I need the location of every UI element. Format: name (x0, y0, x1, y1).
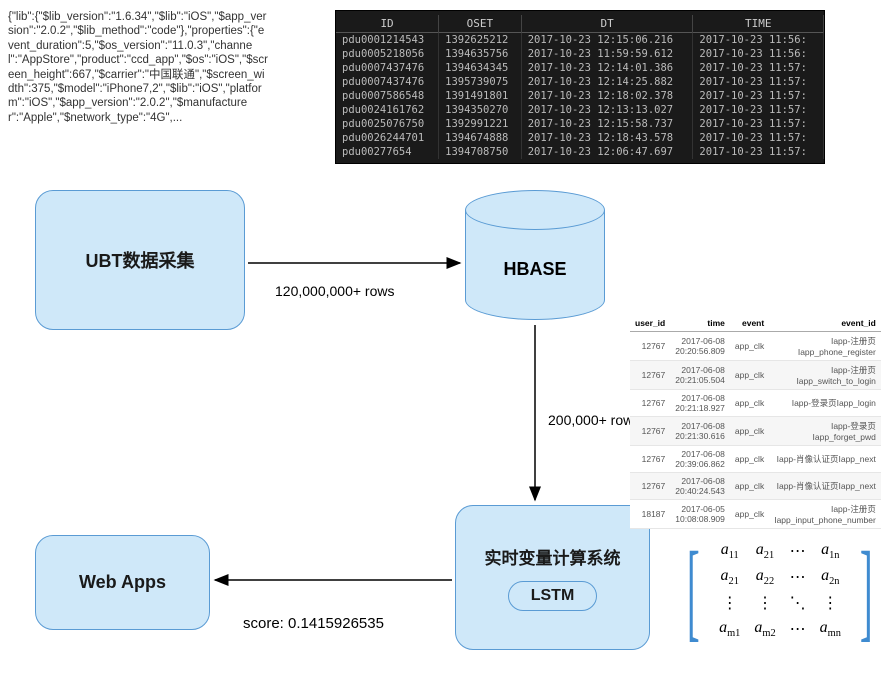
terminal-row: pdu002624470113946748882017-10-23 12:18:… (336, 131, 824, 145)
terminal-row: pdu002416176213943502702017-10-23 12:13:… (336, 103, 824, 117)
terminal-row: pdu000743747613946343452017-10-23 12:14:… (336, 61, 824, 75)
terminal-row: pdu000743747613957390752017-10-23 12:14:… (336, 75, 824, 89)
matrix-row: a21a22⋯a2n (712, 564, 848, 590)
event-table: user_idtimeeventevent_id 127672017-06-08… (630, 315, 881, 529)
score-label: score: 0.1415926535 (243, 615, 384, 632)
terminal-header: ID (336, 15, 439, 33)
event-header: event_id (769, 315, 881, 332)
terminal-header: TIME (693, 15, 824, 33)
webapps-node: Web Apps (35, 535, 210, 630)
event-row: 127672017-06-0820:39:06.862app_clkIapp-肖… (630, 446, 881, 473)
terminal-table: IDOSETDTTIME pdu000121454313926252122017… (335, 10, 825, 164)
arrow-label-rows2: 200,000+ rows (548, 412, 640, 428)
event-row: 127672017-06-0820:21:05.504app_clkIapp-注… (630, 361, 881, 390)
webapps-label: Web Apps (79, 572, 166, 593)
terminal-row: pdu0027765413947087502017-10-23 12:06:47… (336, 145, 824, 159)
terminal-header: OSET (439, 15, 522, 33)
matrix-row: a11a21⋯a1n (712, 538, 848, 564)
terminal-row: pdu000758654813914918012017-10-23 12:18:… (336, 89, 824, 103)
hbase-node: HBASE (465, 190, 605, 320)
realtime-label: 实时变量计算系统 (485, 544, 621, 569)
terminal-row: pdu000121454313926252122017-10-23 12:15:… (336, 33, 824, 48)
ubt-label: UBT数据采集 (86, 247, 195, 273)
terminal-header: DT (521, 15, 693, 33)
arrow-label-rows1: 120,000,000+ rows (275, 283, 394, 299)
matrix-row: ⋮⋮⋱⋮ (712, 590, 848, 616)
event-header: time (670, 315, 730, 332)
event-row: 127672017-06-0820:21:18.927app_clkIapp-登… (630, 390, 881, 417)
event-row: 127672017-06-0820:40:24.543app_clkIapp-肖… (630, 473, 881, 500)
event-row: 127672017-06-0820:20:56.809app_clkIapp-注… (630, 332, 881, 361)
realtime-node: 实时变量计算系统 LSTM (455, 505, 650, 650)
event-row: 181872017-06-0510:08:08.909app_clkIapp-注… (630, 500, 881, 529)
event-header: event (730, 315, 769, 332)
hbase-label: HBASE (503, 259, 566, 280)
terminal-row: pdu000521805613946357562017-10-23 11:59:… (336, 47, 824, 61)
lstm-badge: LSTM (508, 581, 598, 611)
event-header: user_id (630, 315, 670, 332)
matrix-row: am1am2⋯amn (712, 616, 848, 642)
cylinder-top (465, 190, 605, 230)
event-row: 127672017-06-0820:21:30.616app_clkIapp-登… (630, 417, 881, 446)
ubt-node: UBT数据采集 (35, 190, 245, 330)
json-snippet: {"lib":{"$lib_version":"1.6.34","$lib":"… (8, 10, 268, 125)
terminal-row: pdu002507675013929912212017-10-23 12:15:… (336, 117, 824, 131)
matrix: [ a11a21⋯a1na21a22⋯a2n⋮⋮⋱⋮am1am2⋯amn ] (685, 530, 875, 650)
